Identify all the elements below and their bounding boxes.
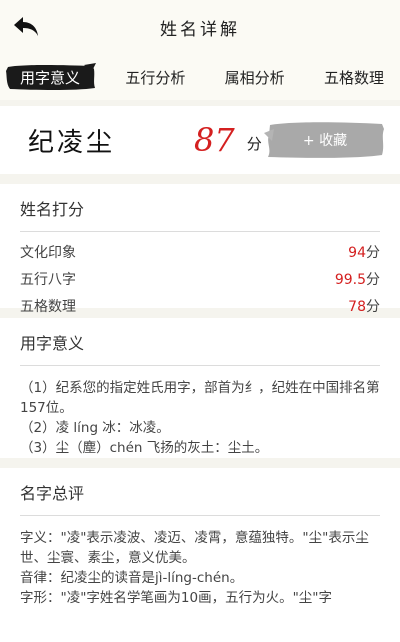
header-bar: 姓名详解 xyxy=(0,0,400,54)
score-label: 文化印象 xyxy=(20,244,76,261)
summary-text: 字义："凌"表示凌波、凌迈、凌霄，意蕴独特。"尘"表示尘世、尘寰、素尘，意义优美… xyxy=(20,516,380,618)
score-unit: 分 xyxy=(366,244,380,261)
text-line: （1）纪系您的指定姓氏用字，部首为纟，纪姓在中国排名第157位。 xyxy=(20,380,380,416)
tab-label: 五行分析 xyxy=(125,68,186,87)
tab-five-grids[interactable]: 五格数理 xyxy=(314,62,394,92)
score-card: 纪凌尘 87 分 + 收藏 xyxy=(0,106,400,174)
full-name: 纪凌尘 xyxy=(28,127,116,158)
favorite-button[interactable]: + 收藏 xyxy=(264,119,386,161)
score-number: 78 xyxy=(348,298,366,315)
score-number: 99.5 xyxy=(334,271,366,288)
tab-char-meaning[interactable]: 用字意义 xyxy=(4,62,96,92)
back-button[interactable] xyxy=(8,10,44,44)
name-score-section: 姓名打分 文化印象 94分 五行八字 99.5分 五格数理 78分 xyxy=(0,184,400,315)
score-value-group: 78分 xyxy=(348,296,380,316)
tab-zodiac[interactable]: 属相分析 xyxy=(215,62,295,92)
score-unit: 分 xyxy=(366,298,380,315)
page-title: 姓名详解 xyxy=(160,19,240,40)
char-meaning-text: （1）纪系您的指定姓氏用字，部首为纟，纪姓在中国排名第157位。 （2）凌 lí… xyxy=(20,366,380,468)
total-score: 87 xyxy=(194,121,235,159)
score-row-bazi: 五行八字 99.5分 xyxy=(20,265,380,292)
section-title: 姓名打分 xyxy=(20,184,380,232)
section-title: 名字总评 xyxy=(20,468,380,516)
tab-bar: 用字意义 五行分析 属相分析 五格数理 xyxy=(0,54,400,100)
tab-five-elements[interactable]: 五行分析 xyxy=(115,62,195,92)
score-number: 94 xyxy=(348,244,366,261)
score-unit: 分 xyxy=(246,134,262,153)
score-unit: 分 xyxy=(366,271,380,288)
score-row-culture: 文化印象 94分 xyxy=(20,238,380,265)
tab-label: 五格数理 xyxy=(323,68,384,87)
score-label: 五行八字 xyxy=(20,271,76,288)
score-label: 五格数理 xyxy=(20,298,76,315)
text-line: （3）尘（塵）chén 飞扬的灰土：尘土。 xyxy=(20,440,269,456)
section-title: 用字意义 xyxy=(20,318,380,366)
text-line: （2）凌 líng 冰：冰凌。 xyxy=(20,420,170,436)
char-meaning-section: 用字意义 （1）纪系您的指定姓氏用字，部首为纟，纪姓在中国排名第157位。 （2… xyxy=(0,318,400,458)
summary-section: 名字总评 字义："凌"表示凌波、凌迈、凌霄，意蕴独特。"尘"表示尘世、尘寰、素尘… xyxy=(0,468,400,642)
tab-label: 用字意义 xyxy=(19,68,80,87)
favorite-label: + 收藏 xyxy=(302,133,348,149)
score-row-grids: 五格数理 78分 xyxy=(20,292,380,319)
text-line: 字义："凌"表示凌波、凌迈、凌霄，意蕴独特。"尘"表示尘世、尘寰、素尘，意义优美… xyxy=(20,530,369,566)
back-arrow-icon xyxy=(14,17,38,36)
score-value-group: 94分 xyxy=(348,242,380,262)
tab-label: 属相分析 xyxy=(224,68,285,87)
text-line: 音律：纪凌尘的读音是jì-líng-chén。 xyxy=(20,570,244,586)
text-line: 字形："凌"字姓名学笔画为10画，五行为火。"尘"字 xyxy=(20,590,333,606)
score-value-group: 99.5分 xyxy=(335,269,380,289)
